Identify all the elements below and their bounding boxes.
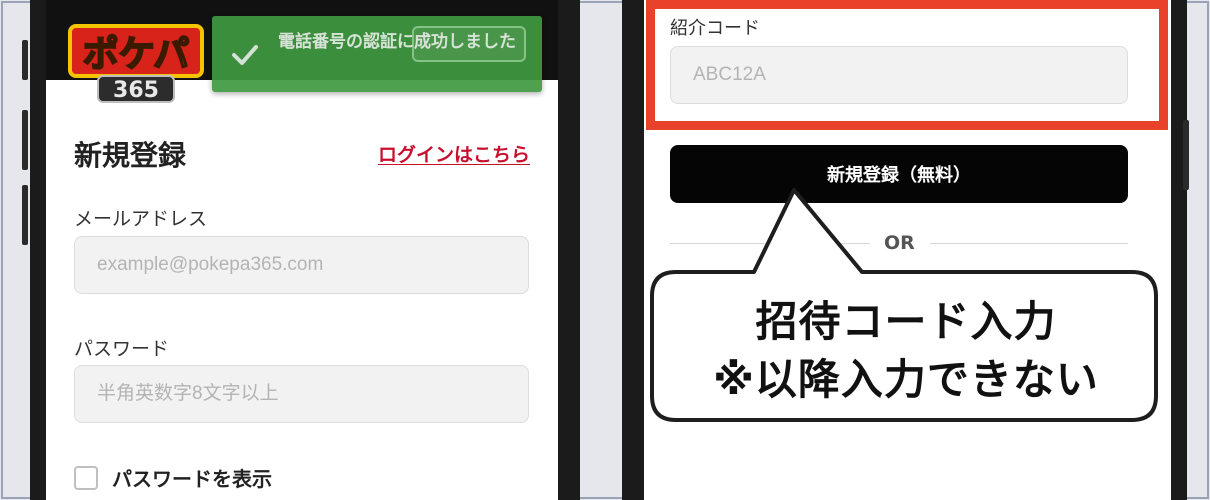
- phone-bezel-right: [1171, 0, 1187, 500]
- callout-line-2: ※以降入力できない: [713, 355, 1099, 404]
- callout-line-1: 招待コード入力: [755, 297, 1057, 346]
- divider-line: [930, 243, 1128, 244]
- phone-side-button: [22, 110, 28, 170]
- phone-bezel-right: [558, 0, 580, 500]
- password-field[interactable]: [74, 365, 529, 423]
- checkmark-icon: [232, 45, 258, 65]
- show-password-checkbox[interactable]: [74, 466, 98, 490]
- pokepa365-logo: ポケパ 365: [68, 24, 204, 103]
- phone-side-button: [22, 185, 28, 245]
- phone-side-button: [1183, 120, 1189, 190]
- toast-message: 電話番号の認証に成功しました: [278, 32, 516, 52]
- divider-line: [670, 243, 870, 244]
- svg-text:ポケパ: ポケパ: [83, 33, 190, 75]
- page-title: 新規登録: [74, 139, 187, 172]
- email-field[interactable]: [74, 236, 529, 294]
- phone-side-button: [22, 40, 28, 80]
- or-divider: OR: [670, 230, 1128, 258]
- login-link[interactable]: ログインはこちら: [378, 140, 530, 167]
- password-label: パスワード: [74, 338, 170, 360]
- success-toast: 電話番号の認証に成功しました: [212, 16, 542, 92]
- svg-text:365: 365: [113, 78, 159, 103]
- phone-right: 紹介コード 新規登録（無料） OR 招待コード入力 ※以降入力できない: [622, 0, 1187, 500]
- signup-screen-bottom: 紹介コード 新規登録（無料） OR 招待コード入力 ※以降入力できない: [644, 0, 1171, 500]
- email-label: メールアドレス: [74, 208, 208, 230]
- phone-bezel-left: [622, 0, 644, 500]
- register-button[interactable]: 新規登録（無料）: [670, 145, 1128, 203]
- phone-bezel-left: [30, 0, 46, 500]
- signup-screen: ポケパ 365 電話番号の認証に成功しました 新規登録 ログインはこちら メール…: [46, 0, 558, 500]
- highlight-box: [646, 0, 1168, 130]
- show-password-label: パスワードを表示: [112, 467, 272, 491]
- phone-left: ポケパ 365 電話番号の認証に成功しました 新規登録 ログインはこちら メール…: [30, 0, 580, 500]
- or-divider-text: OR: [884, 232, 915, 254]
